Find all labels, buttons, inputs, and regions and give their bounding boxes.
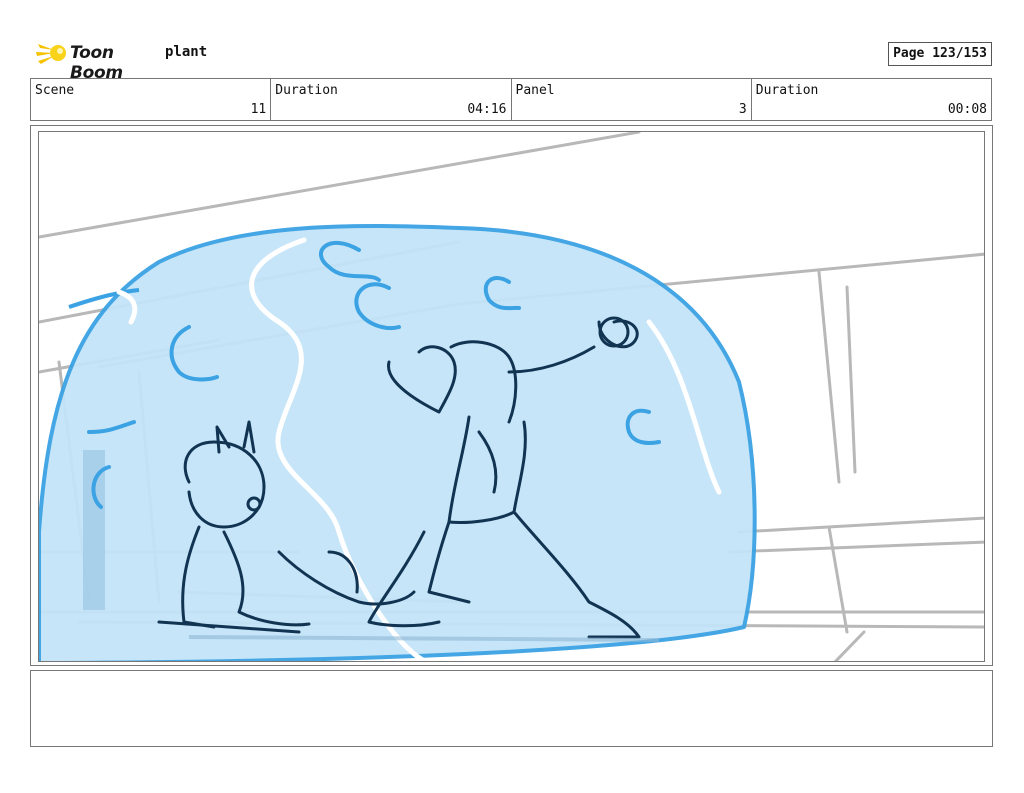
scene-info-row: Scene 11 Duration 04:16 Panel 3 Duration… [30, 78, 992, 121]
panel-duration-label: Duration [755, 83, 819, 98]
project-title: plant [165, 44, 208, 60]
panel-notes-box[interactable] [30, 670, 993, 747]
scene-label: Scene [35, 83, 75, 98]
spark-icon [36, 44, 66, 64]
toon-boom-logo: Toon Boom [34, 38, 164, 83]
panel-duration-cell: Duration 00:08 [752, 79, 991, 120]
storyboard-sketch [39, 132, 984, 661]
page-number: Page 123/153 [888, 42, 992, 66]
logo-text: Toon Boom [70, 43, 123, 83]
panel-cell: Panel 3 [512, 79, 752, 120]
panel-label: Panel [515, 83, 555, 98]
scene-value: 11 [250, 102, 267, 117]
panel-value: 3 [738, 102, 747, 117]
scene-duration-value: 04:16 [467, 102, 507, 117]
panel-artwork [38, 131, 985, 662]
scene-duration-cell: Duration 04:16 [271, 79, 512, 120]
panel-duration-value: 00:08 [947, 102, 987, 117]
storyboard-header: Toon Boom plant Page 123/153 [30, 36, 994, 83]
scene-cell: Scene 11 [31, 79, 272, 120]
panel-frame [30, 125, 993, 666]
scene-duration-label: Duration [275, 83, 338, 98]
